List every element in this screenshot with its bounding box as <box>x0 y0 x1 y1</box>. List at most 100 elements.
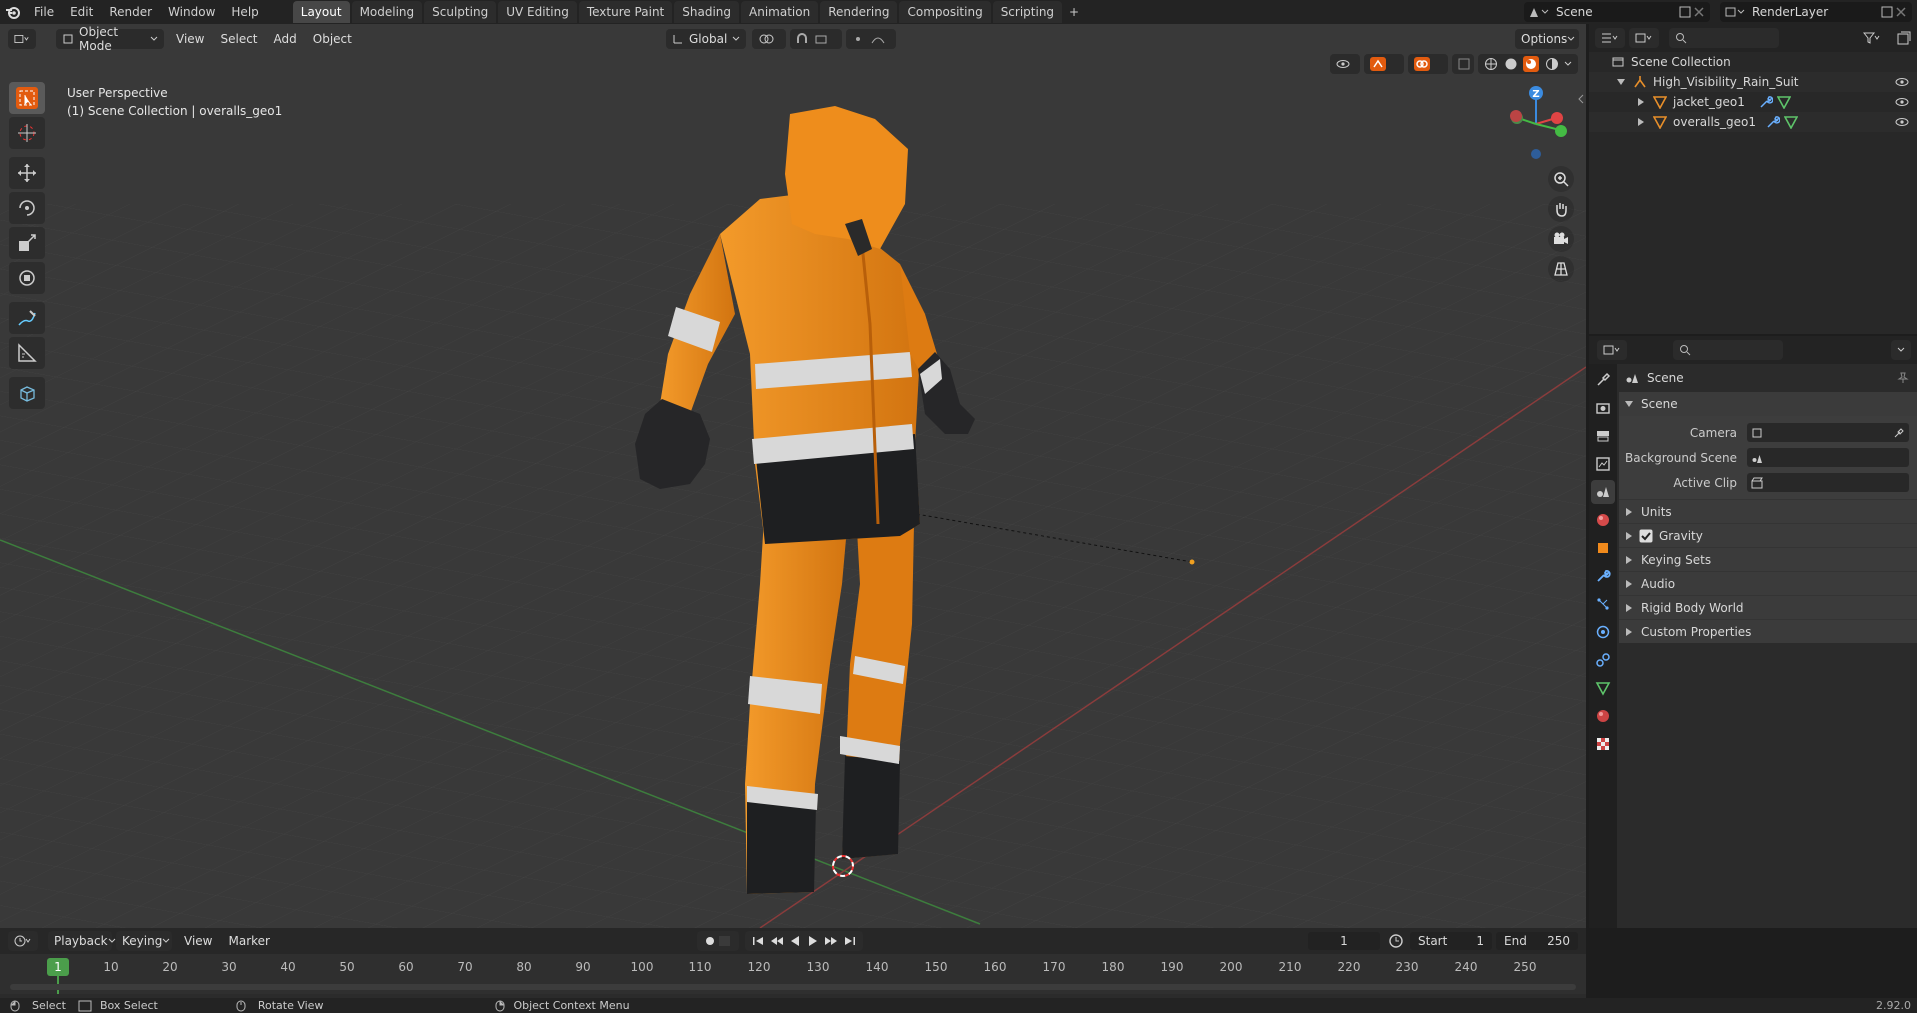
proportional-editing-toggle[interactable] <box>846 29 896 49</box>
viewport-menu-select[interactable]: Select <box>212 32 265 46</box>
menu-window[interactable]: Window <box>160 1 223 23</box>
eye-icon[interactable] <box>1895 77 1909 87</box>
rigid-body-world-panel[interactable]: Rigid Body World <box>1619 595 1917 619</box>
wireframe-shading-icon[interactable] <box>1484 57 1498 71</box>
menu-edit[interactable]: Edit <box>62 1 101 23</box>
rotate-tool[interactable] <box>9 192 45 224</box>
move-tool[interactable] <box>9 157 45 189</box>
tab-particles[interactable] <box>1591 592 1615 616</box>
timeline-ruler[interactable]: 1 10 20 30 40 50 60 70 80 90 100 110 120… <box>0 954 1586 994</box>
tab-object[interactable] <box>1591 536 1615 560</box>
pin-icon[interactable] <box>1897 372 1909 384</box>
navigation-gizmo[interactable]: Z <box>1500 84 1572 164</box>
timeline-editor-type[interactable] <box>8 931 38 951</box>
visibility-dropdown[interactable] <box>1330 54 1360 74</box>
tab-tool[interactable] <box>1591 368 1615 392</box>
cursor-tool[interactable] <box>9 117 45 149</box>
tab-texture-paint[interactable]: Texture Paint <box>578 1 673 23</box>
filter-dropdown[interactable] <box>1857 28 1887 48</box>
material-shading-icon[interactable] <box>1523 56 1539 72</box>
xray-toggle[interactable] <box>1452 54 1474 74</box>
properties-editor-type[interactable] <box>1597 340 1627 360</box>
keying-sets-panel[interactable]: Keying Sets <box>1619 547 1917 571</box>
remove-layer-icon[interactable] <box>1894 5 1908 19</box>
jump-end-icon[interactable] <box>843 935 857 947</box>
wrench-icon[interactable] <box>1766 115 1781 129</box>
eye-icon[interactable] <box>1895 97 1909 107</box>
playback-dropdown[interactable]: Playback <box>48 931 115 951</box>
tab-render[interactable] <box>1591 396 1615 420</box>
camera-view-button[interactable] <box>1548 226 1574 252</box>
tab-modeling[interactable]: Modeling <box>351 1 423 23</box>
display-mode-dropdown[interactable] <box>1629 28 1659 48</box>
tab-uv-editing[interactable]: UV Editing <box>498 1 577 23</box>
tab-modifiers[interactable] <box>1591 564 1615 588</box>
outliner-editor-type[interactable] <box>1595 28 1625 48</box>
camera-field[interactable] <box>1747 423 1909 442</box>
mesh-data-icon[interactable] <box>1784 115 1799 129</box>
play-icon[interactable] <box>807 935 819 947</box>
zoom-button[interactable] <box>1548 166 1574 192</box>
snap-toggle[interactable] <box>790 29 842 49</box>
3d-viewport[interactable]: Object Mode View Select Add Object Globa… <box>0 24 1586 928</box>
options-dropdown[interactable]: Options <box>1515 29 1579 49</box>
annotate-tool[interactable] <box>9 302 45 334</box>
tab-shading[interactable]: Shading <box>674 1 739 23</box>
scale-tool[interactable] <box>9 227 45 259</box>
tab-scripting[interactable]: Scripting <box>992 1 1063 23</box>
viewport-menu-object[interactable]: Object <box>305 32 360 46</box>
transform-tool[interactable] <box>9 262 45 294</box>
outliner-item-suit[interactable]: High_Visibility_Rain_Suit <box>1589 72 1917 92</box>
tab-scene[interactable] <box>1591 480 1615 504</box>
timeline-scrollbar[interactable] <box>10 984 1576 990</box>
custom-properties-panel[interactable]: Custom Properties <box>1619 619 1917 643</box>
scene-selector[interactable]: Scene <box>1524 2 1710 22</box>
outliner-scene-collection[interactable]: Scene Collection <box>1589 52 1917 72</box>
expand-right-icon[interactable] <box>1637 118 1649 126</box>
expand-right-icon[interactable] <box>1637 98 1649 106</box>
tab-sculpting[interactable]: Sculpting <box>424 1 497 23</box>
select-box-tool[interactable] <box>9 82 45 114</box>
editor-type-button[interactable] <box>8 29 36 49</box>
tab-output[interactable] <box>1591 424 1615 448</box>
tab-constraints[interactable] <box>1591 648 1615 672</box>
current-frame-field[interactable]: 1 <box>1308 932 1380 950</box>
copy-layer-icon[interactable] <box>1880 5 1894 19</box>
tab-texture[interactable] <box>1591 732 1615 756</box>
pivot-point-dropdown[interactable] <box>752 29 786 49</box>
background-scene-field[interactable] <box>1747 448 1909 467</box>
viewport-menu-add[interactable]: Add <box>266 32 305 46</box>
copy-scene-icon[interactable] <box>1678 5 1692 19</box>
menu-help[interactable]: Help <box>223 1 266 23</box>
properties-search-input[interactable] <box>1673 340 1783 360</box>
tab-layout[interactable]: Layout <box>292 1 350 23</box>
gravity-panel[interactable]: Gravity <box>1619 523 1917 547</box>
menu-file[interactable]: File <box>26 1 62 23</box>
keying-dropdown[interactable]: Keying <box>116 931 172 951</box>
tab-view-layer[interactable] <box>1591 452 1615 476</box>
outliner-item-overalls[interactable]: overalls_geo1 <box>1589 112 1917 132</box>
gravity-checkbox[interactable] <box>1639 529 1653 543</box>
end-frame-field[interactable]: End 250 <box>1496 932 1578 950</box>
scene-panel-header[interactable]: Scene <box>1619 392 1917 416</box>
tab-data[interactable] <box>1591 676 1615 700</box>
new-collection-button[interactable] <box>1891 28 1913 48</box>
pan-button[interactable] <box>1548 196 1574 222</box>
ortho-toggle-button[interactable] <box>1548 256 1574 282</box>
jump-keyframe-forward-icon[interactable] <box>824 935 838 947</box>
blender-logo-icon[interactable] <box>0 5 26 19</box>
transform-orientation-dropdown[interactable]: Global <box>666 29 746 49</box>
start-frame-field[interactable]: Start 1 <box>1410 932 1492 950</box>
units-panel[interactable]: Units <box>1619 499 1917 523</box>
tab-world[interactable] <box>1591 508 1615 532</box>
add-workspace-button[interactable]: + <box>1064 1 1084 23</box>
rendered-shading-icon[interactable] <box>1545 57 1559 71</box>
solid-shading-icon[interactable] <box>1504 57 1518 71</box>
viewport-menu-view[interactable]: View <box>168 32 212 46</box>
add-cube-tool[interactable] <box>9 377 45 409</box>
shading-mode-buttons[interactable] <box>1478 54 1578 74</box>
expand-down-icon[interactable] <box>1617 78 1629 86</box>
tab-material[interactable] <box>1591 704 1615 728</box>
tab-rendering[interactable]: Rendering <box>820 1 898 23</box>
timeline-menu-view[interactable]: View <box>176 934 220 948</box>
